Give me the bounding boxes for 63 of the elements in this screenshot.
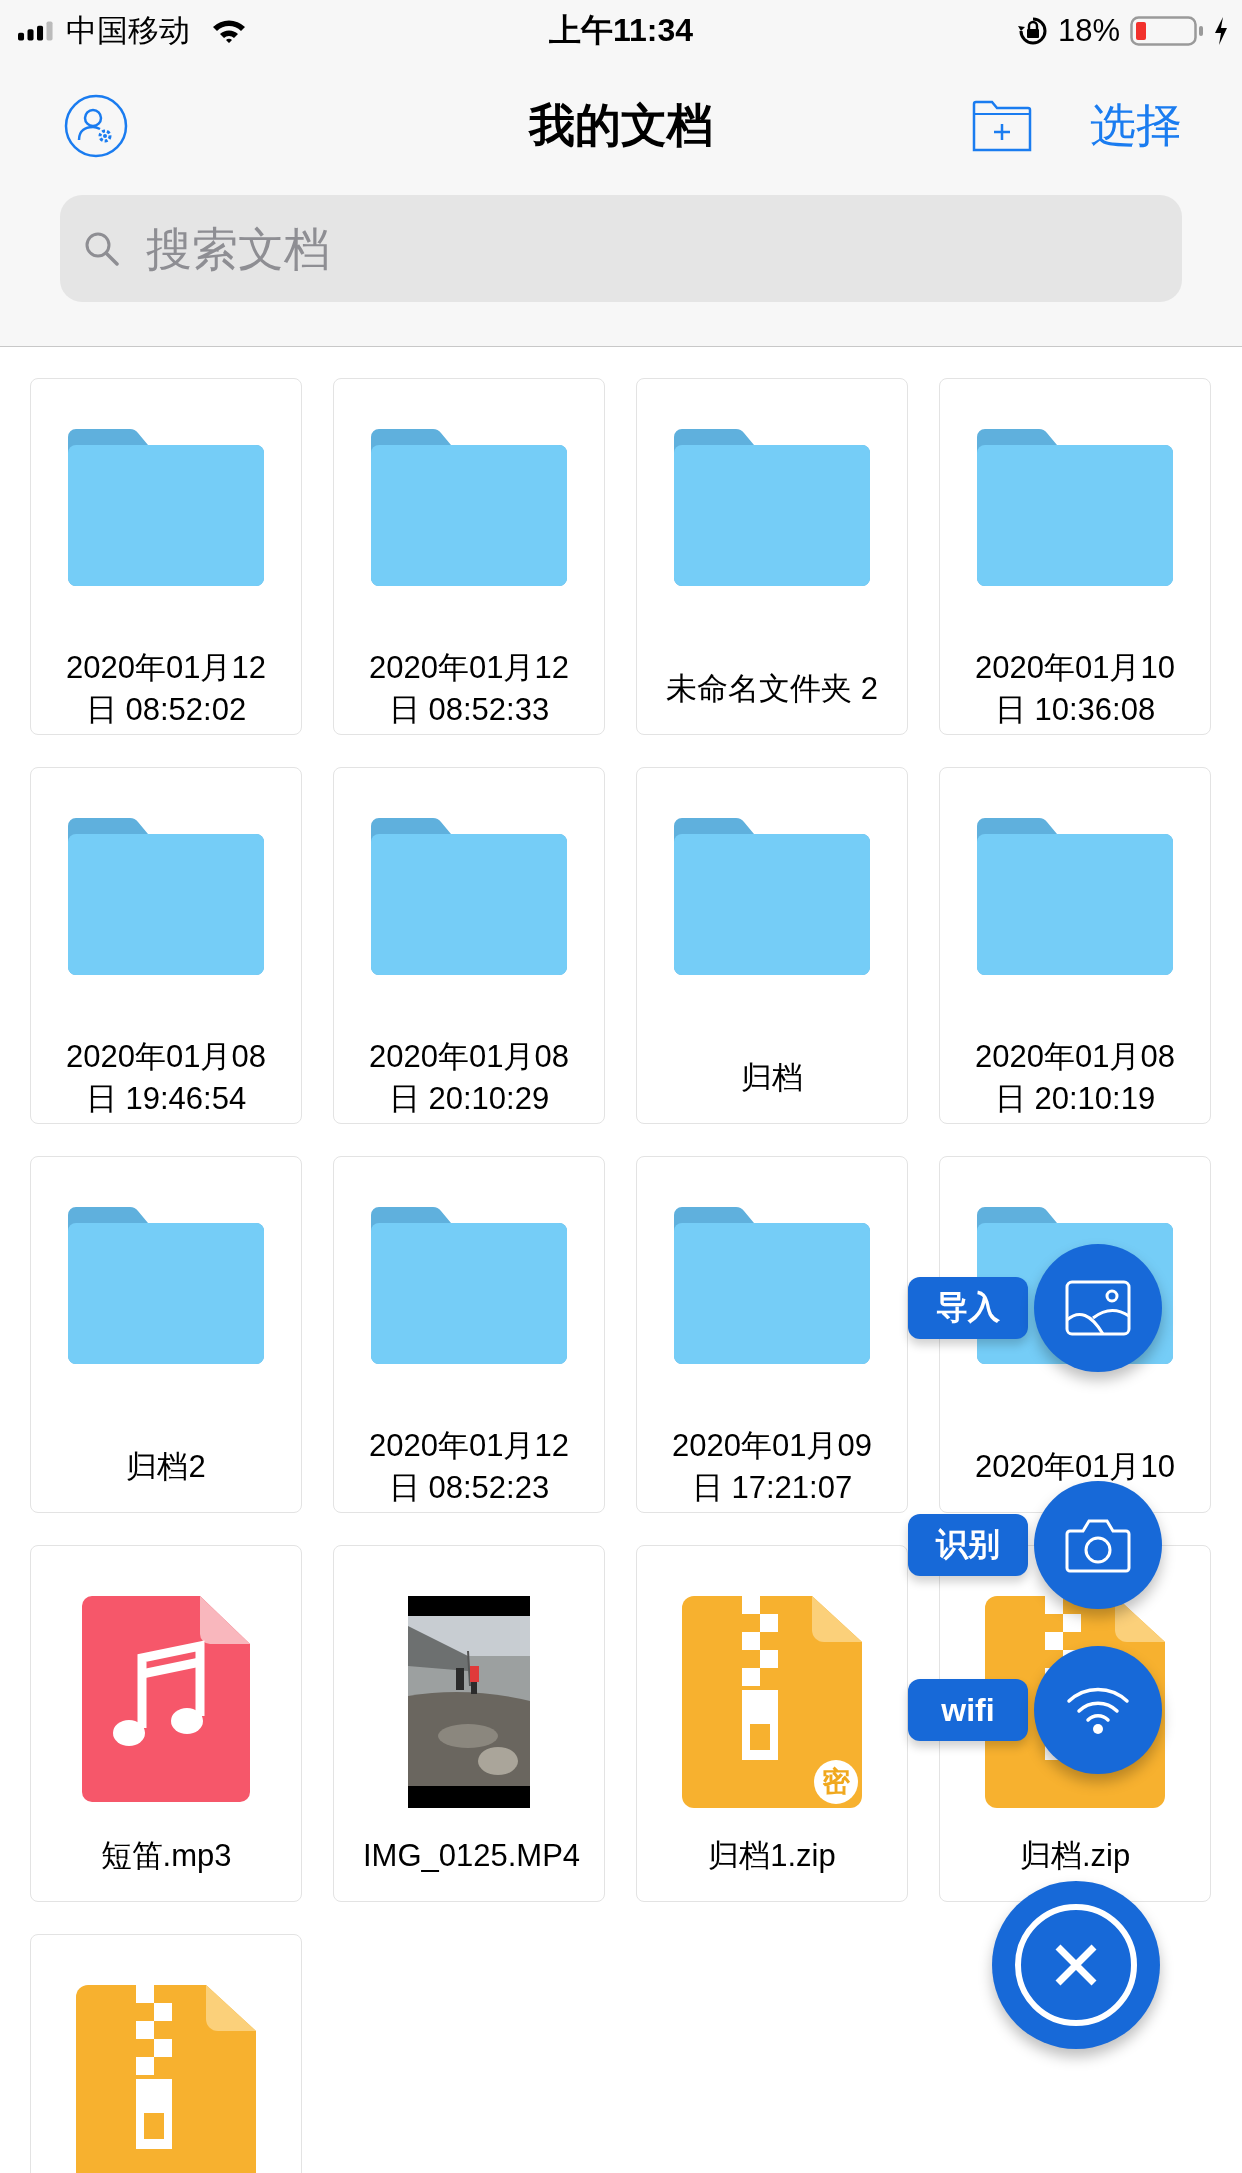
file-card[interactable]: 2020年01月08日 20:10:29 [333,767,605,1124]
speed-dial-label-menu[interactable]: wifi [908,1679,1028,1741]
file-card[interactable]: 归档2 [30,1156,302,1513]
speed-dial-label-menu[interactable]: 识别 [908,1514,1028,1576]
file-name: 2020年01月08日 19:46:54 [65,1037,267,1118]
search-icon [84,231,120,267]
file-card[interactable]: 归档 [636,767,908,1124]
new-folder-button[interactable] [972,100,1032,152]
signal-icon [18,21,56,41]
file-name: 2020年01月10 [975,1447,1175,1486]
folder-icon [371,818,567,975]
file-card[interactable]: 未命名文件夹 2 [636,378,908,735]
page-title: 我的文档 [529,98,713,153]
file-name: 归档 [741,1058,803,1097]
folder-icon [68,429,264,586]
close-button[interactable] [992,1881,1160,2049]
file-name: 2020年01月12日 08:52:02 [65,648,267,729]
file-card[interactable]: IMG_0125.MP4 [333,1545,605,1902]
folder-icon [68,1207,264,1364]
zip-file-icon [682,1596,862,1808]
file-card[interactable]: 短笛.mp3 [30,1545,302,1902]
file-name: 2020年01月10日 10:36:08 [974,648,1176,729]
file-name: 2020年01月12日 08:52:33 [368,648,570,729]
music-file-icon [82,1596,250,1802]
charging-icon [1214,17,1228,45]
search-field[interactable]: 搜索文档 [60,195,1182,302]
file-name: 2020年01月12日 08:52:23 [368,1426,570,1507]
file-name: 归档.zip [1019,1836,1131,1875]
file-name: 未命名文件夹 2 [666,669,878,708]
folder-icon [674,429,870,586]
clock-time: 上午11:34 [548,11,694,50]
file-name: 2020年01月09日 17:21:07 [671,1426,873,1507]
image-icon [1065,1280,1131,1336]
account-settings-button[interactable] [64,94,128,158]
folder-icon [977,818,1173,975]
folder-icon [674,1207,870,1364]
file-name: 归档1.zip [708,1836,836,1875]
camera-icon [1065,1517,1131,1573]
wifi-icon [212,18,246,44]
rotation-lock-icon [1017,16,1048,46]
file-card[interactable]: 2020年01月12日 08:52:23 [333,1156,605,1513]
file-card[interactable]: 2020年01月12日 08:52:02 [30,378,302,735]
folder-icon [674,818,870,975]
battery-icon [1130,16,1204,46]
folder-icon [68,818,264,975]
file-card[interactable]: 2020年01月08日 19:46:54 [30,767,302,1124]
folder-icon [371,1207,567,1364]
file-name: 归档2 [126,1447,206,1486]
file-name: 2020年01月08日 20:10:29 [368,1037,570,1118]
file-card[interactable]: 2020年01月10日 10:36:08 [939,378,1211,735]
speed-dial-menu[interactable] [1034,1481,1162,1609]
folder-icon [371,429,567,586]
battery-percent: 18% [1057,13,1120,49]
file-card[interactable]: 2020年01月12日 08:52:33 [333,378,605,735]
file-name: 2020年01月08日 20:10:19 [974,1037,1176,1118]
speed-dial-label-menu[interactable]: 导入 [908,1277,1028,1339]
file-card[interactable]: 2020年01月08日 20:10:19 [939,767,1211,1124]
file-card[interactable]: 2020年01月09日 17:21:07 [636,1156,908,1513]
select-button[interactable]: 选择 [1090,95,1182,157]
folder-icon [977,429,1173,586]
file-card[interactable]: 密 归档1.zip [636,1545,908,1902]
file-name: 短笛.mp3 [100,1836,232,1875]
carrier-name: 中国移动 [66,12,190,50]
